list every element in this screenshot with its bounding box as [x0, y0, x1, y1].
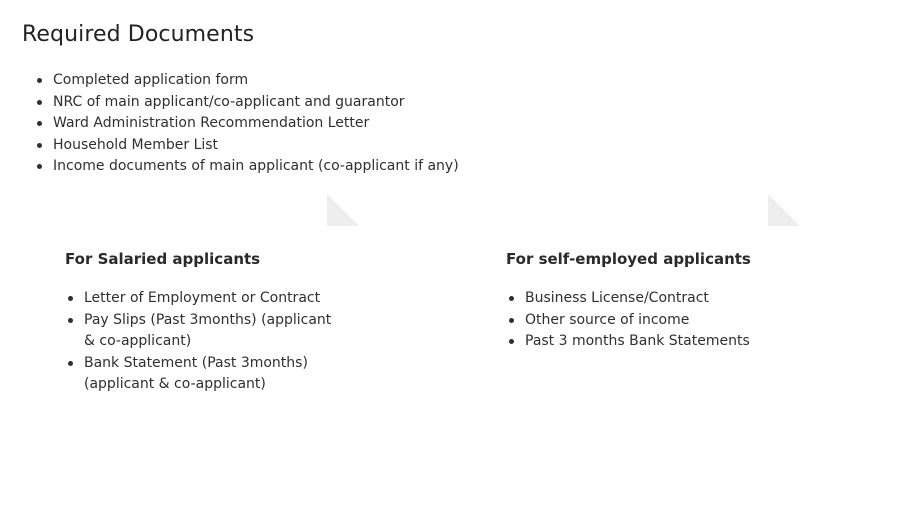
list-item: Income documents of main applicant (co-a… — [37, 156, 459, 178]
folded-corner-decoration — [768, 194, 800, 226]
list-item: Business License/Contract — [525, 288, 785, 310]
required-documents-list: Completed application form NRC of main a… — [37, 70, 459, 178]
list-item: Bank Statement (Past 3months) (applicant… — [84, 353, 344, 396]
self-employed-documents-list: Business License/Contract Other source o… — [525, 288, 785, 353]
salaried-documents-list: Letter of Employment or Contract Pay Sli… — [84, 288, 344, 396]
list-item: Letter of Employment or Contract — [84, 288, 344, 310]
list-item: Ward Administration Recommendation Lette… — [37, 113, 459, 135]
list-item: Other source of income — [525, 310, 785, 332]
list-item: NRC of main applicant/co-applicant and g… — [37, 92, 459, 114]
folded-corner-decoration — [327, 194, 359, 226]
list-item: Completed application form — [37, 70, 459, 92]
card-title: For Salaried applicants — [65, 250, 261, 268]
salaried-applicants-card: For Salaried applicants Letter of Employ… — [25, 194, 359, 467]
page-title: Required Documents — [22, 22, 255, 47]
list-item: Past 3 months Bank Statements — [525, 331, 785, 353]
list-item: Pay Slips (Past 3months) (applicant & co… — [84, 310, 344, 353]
card-title: For self-employed applicants — [506, 250, 751, 268]
self-employed-applicants-card: For self-employed applicants Business Li… — [466, 194, 800, 467]
list-item: Household Member List — [37, 135, 459, 157]
